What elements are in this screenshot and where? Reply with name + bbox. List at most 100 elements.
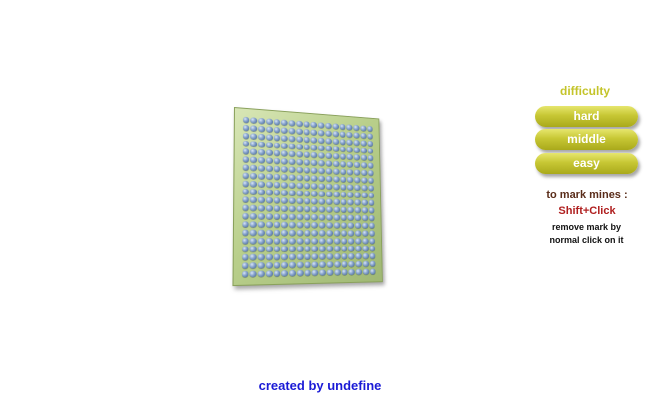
mine-cell[interactable] — [265, 213, 273, 220]
mine-cell[interactable] — [311, 144, 318, 151]
mine-cell[interactable] — [369, 230, 376, 237]
mine-cell[interactable] — [250, 196, 257, 204]
mine-cell[interactable] — [303, 136, 311, 143]
mine-cell[interactable] — [319, 237, 326, 244]
mine-cell[interactable] — [339, 131, 346, 138]
mine-cell[interactable] — [257, 229, 265, 236]
mine-cell[interactable] — [273, 229, 281, 236]
mine-cell[interactable] — [265, 262, 273, 269]
mine-cell[interactable] — [265, 157, 273, 164]
mine-cell[interactable] — [289, 245, 296, 252]
mine-cell[interactable] — [333, 176, 340, 183]
mine-cell[interactable] — [281, 253, 289, 261]
mine-cell[interactable] — [273, 157, 281, 165]
mine-cell[interactable] — [355, 245, 362, 252]
mine-cell[interactable] — [241, 221, 249, 228]
mine-cell[interactable] — [311, 206, 318, 213]
mine-cell[interactable] — [318, 214, 326, 221]
mine-cell[interactable] — [304, 214, 311, 221]
mine-cell[interactable] — [265, 229, 273, 236]
mine-cell[interactable] — [311, 214, 319, 221]
mine-cell[interactable] — [296, 237, 304, 244]
mine-cell[interactable] — [326, 237, 333, 244]
mine-cell[interactable] — [242, 172, 250, 179]
mine-cell[interactable] — [354, 184, 361, 191]
mine-cell[interactable] — [241, 237, 249, 244]
mine-cell[interactable] — [273, 205, 281, 212]
mine-cell[interactable] — [326, 269, 334, 276]
mine-cell[interactable] — [326, 214, 333, 221]
mine-cell[interactable] — [346, 139, 353, 146]
mine-cell[interactable] — [325, 160, 333, 167]
mine-cell[interactable] — [265, 118, 273, 125]
mine-cell[interactable] — [242, 180, 250, 187]
mine-cell[interactable] — [369, 237, 376, 244]
mine-cell[interactable] — [303, 167, 311, 174]
mine-cell[interactable] — [325, 168, 333, 175]
mine-cell[interactable] — [318, 190, 326, 197]
mine-cell[interactable] — [265, 254, 273, 261]
mine-cell[interactable] — [281, 166, 288, 173]
mine-cell[interactable] — [325, 175, 333, 182]
mine-cell[interactable] — [347, 191, 354, 198]
mine-cell[interactable] — [273, 173, 281, 180]
mine-cell[interactable] — [355, 237, 362, 244]
mine-cell[interactable] — [319, 222, 326, 229]
mine-cell[interactable] — [362, 245, 369, 252]
mine-cell[interactable] — [289, 253, 296, 260]
mine-cell[interactable] — [258, 141, 265, 148]
mine-cell[interactable] — [361, 177, 368, 184]
mine-cell[interactable] — [360, 154, 367, 161]
mine-cell[interactable] — [340, 199, 347, 206]
mine-cell[interactable] — [273, 142, 281, 149]
mine-cell[interactable] — [341, 237, 348, 244]
mine-cell[interactable] — [334, 269, 341, 276]
mine-cell[interactable] — [334, 261, 341, 268]
mine-cell[interactable] — [258, 149, 265, 156]
mine-cell[interactable] — [318, 206, 326, 213]
mine-cell[interactable] — [273, 150, 281, 157]
mine-cell[interactable] — [281, 270, 289, 277]
mine-cell[interactable] — [304, 253, 311, 260]
mine-cell[interactable] — [340, 206, 347, 213]
mine-cell[interactable] — [281, 205, 289, 212]
mine-cell[interactable] — [318, 152, 325, 159]
mine-cell[interactable] — [289, 229, 296, 236]
mine-cell[interactable] — [339, 146, 346, 153]
mine-cell[interactable] — [265, 197, 273, 204]
mine-cell[interactable] — [354, 214, 362, 221]
mine-cell[interactable] — [288, 174, 296, 181]
mine-cell[interactable] — [332, 130, 339, 137]
mine-cell[interactable] — [281, 150, 288, 157]
mine-cell[interactable] — [258, 181, 265, 188]
mine-cell[interactable] — [241, 212, 249, 220]
mine-cell[interactable] — [281, 134, 288, 142]
mine-cell[interactable] — [355, 261, 362, 268]
mine-cell[interactable] — [332, 168, 340, 175]
mine-cell[interactable] — [281, 229, 289, 236]
mine-cell[interactable] — [368, 222, 376, 229]
mine-cell[interactable] — [241, 229, 249, 236]
mine-cell[interactable] — [257, 205, 265, 212]
mine-cell[interactable] — [288, 150, 296, 158]
mine-cell[interactable] — [318, 175, 325, 182]
mine-cell[interactable] — [360, 140, 367, 146]
mine-cell[interactable] — [318, 137, 325, 144]
mine-cell[interactable] — [265, 270, 273, 277]
mine-cell[interactable] — [367, 162, 374, 169]
mine-cell[interactable] — [362, 237, 369, 244]
mine-cell[interactable] — [296, 174, 303, 181]
mine-cell[interactable] — [368, 200, 375, 206]
mine-cell[interactable] — [304, 221, 311, 228]
mine-cell[interactable] — [325, 130, 332, 137]
mine-cell[interactable] — [318, 183, 326, 190]
mine-cell[interactable] — [281, 189, 288, 196]
mine-cell[interactable] — [311, 253, 319, 260]
mine-cell[interactable] — [341, 253, 348, 260]
mine-cell[interactable] — [281, 119, 288, 126]
mine-cell[interactable] — [361, 184, 368, 191]
mine-cell[interactable] — [281, 173, 288, 181]
mine-cell[interactable] — [368, 192, 375, 199]
middle-button[interactable]: middle — [535, 129, 638, 150]
mine-cell[interactable] — [289, 221, 296, 228]
